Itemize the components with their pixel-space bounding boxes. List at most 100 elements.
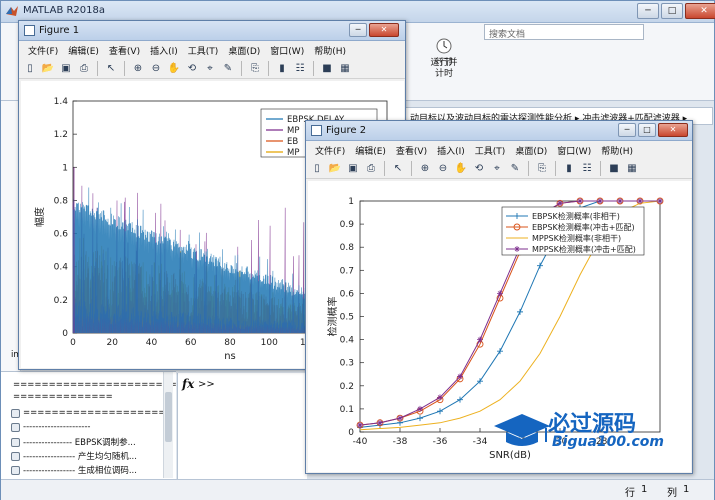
history-row[interactable]: ---------------- EBPSK调制参... — [11, 436, 136, 448]
legend-label: MPPSK检测概率(冲击+匹配) — [532, 244, 636, 254]
x-tick-label: 100 — [261, 338, 278, 348]
pointer-icon[interactable]: ↖ — [103, 61, 119, 77]
pan-icon[interactable]: ✋ — [166, 61, 182, 77]
y-tick-label: 1.2 — [54, 130, 68, 140]
y-tick-label: 0.8 — [54, 196, 69, 206]
x-tick-label: 80 — [224, 338, 236, 348]
new-figure-icon[interactable]: ▯ — [22, 61, 38, 77]
y-tick-label: 0.5 — [340, 313, 354, 323]
legend-icon[interactable]: ☷ — [292, 61, 308, 77]
brush-icon[interactable]: ✎ — [507, 161, 523, 177]
menu-insert[interactable]: 插入(I) — [145, 41, 183, 59]
figure2-titlebar[interactable]: Figure 2 ─ □ ✕ — [306, 121, 692, 141]
minimize-button[interactable]: ─ — [637, 3, 659, 19]
legend-label: EB — [287, 137, 298, 147]
figure2-toolbar: ▯ 📂 ▣ ⎙ ↖ ⊕ ⊖ ✋ ⟲ ⌖ ✎ ⎘ ▮ ☷ ■ ▦ — [306, 159, 692, 179]
hide-tools-icon[interactable]: ■ — [606, 161, 622, 177]
y-tick-label: 0.4 — [54, 263, 69, 273]
figure2-maximize-button[interactable]: □ — [638, 123, 656, 137]
new-figure-icon[interactable]: ▯ — [309, 161, 325, 177]
rotate-icon[interactable]: ⟲ — [184, 61, 200, 77]
colorbar-icon[interactable]: ▮ — [274, 61, 290, 77]
search-input[interactable]: 搜索文档 — [484, 24, 644, 40]
history-row[interactable]: ===================== — [11, 408, 173, 418]
history-row[interactable]: ----------------- 产生均匀随机... — [11, 450, 137, 462]
colorbar-icon[interactable]: ▮ — [561, 161, 577, 177]
history-row[interactable]: ----------------- 生成相位调码... — [11, 464, 137, 476]
menu-insert[interactable]: 插入(I) — [432, 141, 470, 159]
command-prompt: >> — [198, 379, 215, 390]
menu-file[interactable]: 文件(F) — [310, 141, 350, 159]
menu-desktop[interactable]: 桌面(D) — [223, 41, 265, 59]
maximize-button[interactable]: □ — [661, 3, 683, 19]
y-tick-label: 0.2 — [54, 296, 68, 306]
command-history-pane: im ======================== ============… — [1, 350, 184, 479]
data-cursor-icon[interactable]: ⌖ — [202, 61, 218, 77]
pan-icon[interactable]: ✋ — [453, 161, 469, 177]
figure2-title: Figure 2 — [326, 125, 367, 136]
history-row[interactable]: ======================== — [13, 380, 184, 390]
x-tick-label: 20 — [107, 338, 119, 348]
menu-edit[interactable]: 编辑(E) — [63, 41, 104, 59]
figure1-menubar: 文件(F) 编辑(E) 查看(V) 插入(I) 工具(T) 桌面(D) 窗口(W… — [19, 41, 405, 59]
zoom-in-icon[interactable]: ⊕ — [417, 161, 433, 177]
show-tools-icon[interactable]: ▦ — [624, 161, 640, 177]
history-row[interactable]: ---------------------- — [11, 422, 90, 432]
menu-tools[interactable]: 工具(T) — [183, 41, 224, 59]
open-file-icon[interactable]: 📂 — [40, 61, 56, 77]
save-icon[interactable]: ▣ — [345, 161, 361, 177]
zoom-out-icon[interactable]: ⊖ — [435, 161, 451, 177]
legend-icon[interactable]: ☷ — [579, 161, 595, 177]
pointer-icon[interactable]: ↖ — [390, 161, 406, 177]
zoom-out-icon[interactable]: ⊖ — [148, 61, 164, 77]
figure1-minimize-button[interactable]: ─ — [349, 23, 367, 37]
history-row-text: ----------------- 产生均匀随机... — [23, 452, 137, 462]
link-plot-icon[interactable]: ⎘ — [247, 61, 263, 77]
command-window[interactable]: fx >> — [177, 373, 307, 479]
menu-window[interactable]: 窗口(W) — [265, 41, 309, 59]
figure1-close-button[interactable]: ✕ — [369, 23, 399, 37]
history-row-text: ---------------- EBPSK调制参... — [23, 438, 136, 448]
figure2-controls: ─ □ ✕ — [618, 123, 688, 137]
menu-view[interactable]: 查看(V) — [391, 141, 432, 159]
zoom-in-icon[interactable]: ⊕ — [130, 61, 146, 77]
menu-file[interactable]: 文件(F) — [23, 41, 63, 59]
history-row[interactable]: ============== — [13, 392, 113, 402]
menu-help[interactable]: 帮助(H) — [596, 141, 638, 159]
search-placeholder: 搜索文档 — [489, 30, 526, 40]
menu-view[interactable]: 查看(V) — [104, 41, 145, 59]
y-tick-label: 0.7 — [340, 266, 354, 276]
y-axis-label: 幅度 — [33, 207, 46, 227]
menu-desktop[interactable]: 桌面(D) — [510, 141, 552, 159]
figure2-close-button[interactable]: ✕ — [658, 123, 688, 137]
link-plot-icon[interactable]: ⎘ — [534, 161, 550, 177]
history-row-text: ===================== — [23, 408, 173, 418]
open-file-icon[interactable]: 📂 — [327, 161, 343, 177]
watermark-site: Bigua100.com — [552, 434, 664, 450]
brush-icon[interactable]: ✎ — [220, 61, 236, 77]
status-bar: 行 1 列 1 — [1, 479, 714, 500]
hide-tools-icon[interactable]: ■ — [319, 61, 335, 77]
run-time-button[interactable]: 运行并 计时 — [429, 37, 459, 80]
legend-label: MPPSK检测概率(非相干) — [532, 233, 621, 243]
legend-label: MP — [287, 148, 299, 158]
print-icon[interactable]: ⎙ — [363, 161, 379, 177]
y-tick-label: 0.2 — [340, 382, 354, 392]
y-tick-label: 0.1 — [340, 405, 354, 415]
y-tick-label: 1 — [348, 197, 354, 207]
menu-help[interactable]: 帮助(H) — [309, 41, 351, 59]
close-button[interactable]: ✕ — [685, 3, 715, 19]
rotate-icon[interactable]: ⟲ — [471, 161, 487, 177]
menu-edit[interactable]: 编辑(E) — [350, 141, 391, 159]
save-icon[interactable]: ▣ — [58, 61, 74, 77]
menu-window[interactable]: 窗口(W) — [552, 141, 596, 159]
figure-icon — [311, 125, 322, 136]
menu-tools[interactable]: 工具(T) — [470, 141, 511, 159]
figure1-titlebar[interactable]: Figure 1 ─ ✕ — [19, 21, 405, 41]
data-cursor-icon[interactable]: ⌖ — [489, 161, 505, 177]
show-tools-icon[interactable]: ▦ — [337, 61, 353, 77]
figure2-minimize-button[interactable]: ─ — [618, 123, 636, 137]
print-icon[interactable]: ⎙ — [76, 61, 92, 77]
history-scrollbar[interactable] — [163, 372, 173, 478]
script-icon — [11, 437, 20, 447]
